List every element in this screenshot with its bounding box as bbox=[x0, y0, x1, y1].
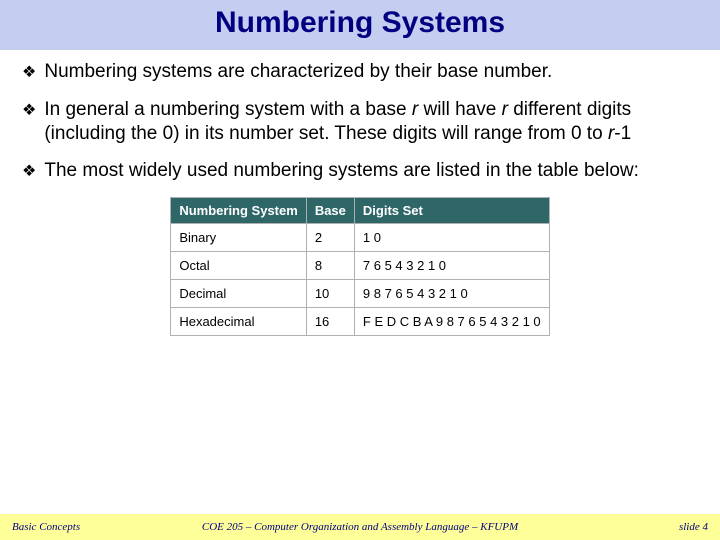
bullet-item: ❖ The most widely used numbering systems… bbox=[22, 159, 698, 183]
footer-bar: Basic Concepts COE 205 – Computer Organi… bbox=[0, 514, 720, 540]
table-row: Hexadecimal 16 F E D C B A 9 8 7 6 5 4 3… bbox=[171, 308, 549, 336]
title-bar: Numbering Systems bbox=[0, 0, 720, 50]
col-header-system: Numbering System bbox=[171, 198, 306, 224]
footer-center: COE 205 – Computer Organization and Asse… bbox=[132, 521, 588, 533]
numbering-systems-table: Numbering System Base Digits Set Binary … bbox=[170, 197, 549, 336]
footer-right: slide 4 bbox=[588, 521, 708, 533]
table-row: Decimal 10 9 8 7 6 5 4 3 2 1 0 bbox=[171, 280, 549, 308]
bullet-text: In general a numbering system with a bas… bbox=[44, 98, 698, 146]
diamond-bullet-icon: ❖ bbox=[22, 162, 36, 182]
cell-base: 8 bbox=[306, 252, 354, 280]
footer-left: Basic Concepts bbox=[12, 521, 132, 533]
table-container: Numbering System Base Digits Set Binary … bbox=[22, 197, 698, 336]
cell-digits: 7 6 5 4 3 2 1 0 bbox=[354, 252, 549, 280]
slide-content: ❖ Numbering systems are characterized by… bbox=[0, 50, 720, 336]
col-header-digits: Digits Set bbox=[354, 198, 549, 224]
bullet-item: ❖ Numbering systems are characterized by… bbox=[22, 60, 698, 84]
col-header-base: Base bbox=[306, 198, 354, 224]
bullet-text: Numbering systems are characterized by t… bbox=[44, 60, 698, 84]
cell-digits: F E D C B A 9 8 7 6 5 4 3 2 1 0 bbox=[354, 308, 549, 336]
table-row: Octal 8 7 6 5 4 3 2 1 0 bbox=[171, 252, 549, 280]
cell-base: 10 bbox=[306, 280, 354, 308]
cell-digits: 9 8 7 6 5 4 3 2 1 0 bbox=[354, 280, 549, 308]
diamond-bullet-icon: ❖ bbox=[22, 101, 36, 121]
cell-system: Hexadecimal bbox=[171, 308, 306, 336]
cell-base: 2 bbox=[306, 224, 354, 252]
bullet-item: ❖ In general a numbering system with a b… bbox=[22, 98, 698, 146]
bullet-text: The most widely used numbering systems a… bbox=[44, 159, 698, 183]
cell-base: 16 bbox=[306, 308, 354, 336]
cell-system: Binary bbox=[171, 224, 306, 252]
cell-digits: 1 0 bbox=[354, 224, 549, 252]
slide-title: Numbering Systems bbox=[0, 6, 720, 40]
diamond-bullet-icon: ❖ bbox=[22, 63, 36, 83]
cell-system: Octal bbox=[171, 252, 306, 280]
table-row: Binary 2 1 0 bbox=[171, 224, 549, 252]
cell-system: Decimal bbox=[171, 280, 306, 308]
